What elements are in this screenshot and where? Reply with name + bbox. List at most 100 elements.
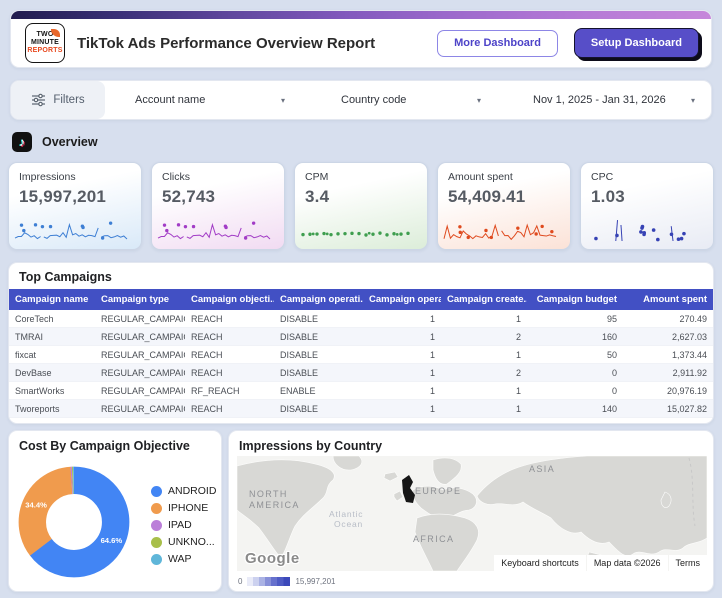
world-map: NORTH AMERICA Atlantic Ocean EUROPE ASIA…: [237, 456, 707, 571]
map-canvas[interactable]: NORTH AMERICA Atlantic Ocean EUROPE ASIA…: [237, 456, 707, 571]
table-cell: REACH: [185, 363, 274, 382]
svg-text:64.6%: 64.6%: [101, 536, 123, 545]
legend-label: IPHONE: [168, 502, 209, 514]
kpi-value: 3.4: [305, 187, 330, 206]
table-cell: DISABLE: [274, 399, 363, 418]
map-label-america: AMERICA: [249, 500, 300, 510]
map-label-africa: AFRICA: [413, 534, 454, 544]
table-cell: 270.49: [623, 310, 713, 328]
table-cell: 8,945.94: [623, 417, 713, 423]
kpi-value: 54,409.41: [448, 187, 526, 206]
table-cell: 1: [363, 310, 441, 328]
table-cell: 0: [527, 363, 623, 382]
table-cell: 95: [527, 310, 623, 328]
legend-dot: [151, 485, 162, 497]
page-title: TikTok Ads Performance Overview Report: [77, 34, 376, 52]
keyboard-shortcuts-button[interactable]: Keyboard shortcuts: [494, 555, 586, 571]
logo-line-2: MINUTE: [30, 39, 60, 46]
kpi-value: 15,997,201: [19, 187, 107, 206]
logo-line-3: REPORTS: [27, 47, 63, 54]
kpi-value: 52,743: [162, 187, 216, 206]
legend-dot: [151, 553, 162, 565]
table-cell: 160: [527, 327, 623, 346]
legend-dot: [151, 536, 162, 548]
tiktok-icon: ♪: [12, 132, 32, 152]
table-row: DevBaseREGULAR_CAMPAIGNREACHDISABLE1202,…: [9, 363, 713, 382]
legend-item-wap: WAP: [151, 553, 216, 565]
google-logo[interactable]: Google: [245, 550, 300, 567]
table-cell: 50: [527, 345, 623, 364]
scale-min-label: 0: [238, 577, 243, 586]
sliders-icon: [32, 93, 46, 107]
column-header: Campaign operati...: [363, 289, 441, 310]
table-row: TMRAIREGULAR_CAMPAIGNREACHDISABLE121602,…: [9, 327, 713, 346]
table-cell: SmartWorks: [9, 381, 95, 400]
date-range-dropdown[interactable]: Nov 1, 2025 - Jan 31, 2026 ▾: [533, 81, 695, 119]
scale-max-label: 15,997,201: [295, 577, 336, 586]
column-header: Amount spent: [623, 289, 713, 310]
table-cell: 2: [441, 327, 527, 346]
map-label-north: NORTH: [249, 489, 288, 499]
table-cell: 1: [441, 381, 527, 400]
table-cell: 3: [441, 417, 527, 423]
cost-by-objective-panel: Cost By Campaign Objective 64.6% 34.4% AN…: [8, 430, 222, 592]
legend-label: WAP: [168, 553, 192, 565]
table-cell: DevBase: [9, 363, 95, 382]
kpi-label: Clicks: [162, 171, 190, 183]
legend-item-android: ANDROID: [151, 485, 216, 497]
table-cell: 0: [527, 381, 623, 400]
table-cell: RF_REACH: [185, 381, 274, 400]
more-dashboard-button[interactable]: More Dashboard: [437, 29, 558, 57]
chevron-down-icon: ▾: [476, 95, 481, 105]
sparkline-chart: [157, 221, 271, 240]
column-header: Campaign name: [9, 289, 95, 310]
table-cell: 1: [441, 399, 527, 418]
table-cell: DISABLE: [274, 417, 363, 423]
table-cell: 1: [363, 381, 441, 400]
table-cell: 2,911.92: [623, 363, 713, 382]
table-cell: REACH: [185, 310, 274, 328]
impressions-by-country-title: Impressions by Country: [239, 439, 383, 453]
legend-item-unknown: UNKNO...: [151, 536, 216, 548]
table-cell: 1,373.44: [623, 345, 713, 364]
filters-button[interactable]: Filters: [11, 81, 105, 119]
table-cell: DISABLE: [274, 327, 363, 346]
map-label-atlantic: Atlantic: [329, 509, 363, 519]
table-cell: REGULAR_CAMPAIGN: [95, 399, 185, 418]
kpi-card-cpc: CPC 1.03: [580, 162, 714, 250]
setup-dashboard-button[interactable]: Setup Dashboard: [573, 28, 699, 58]
map-data-attribution: Map data ©2026: [586, 555, 668, 571]
header-bar: TWO MINUTE REPORTS TikTok Ads Performanc…: [10, 10, 712, 68]
overview-section-header: ♪ Overview: [12, 132, 98, 152]
chevron-down-icon: ▾: [280, 95, 285, 105]
account-name-dropdown[interactable]: Account name ▾: [135, 81, 285, 119]
column-header: Campaign operati...: [274, 289, 363, 310]
table-cell: REACH: [185, 417, 274, 423]
table-cell: DISABLE: [274, 345, 363, 364]
table-cell: 1: [363, 363, 441, 382]
table-header-row: Campaign name Campaign type Campaign objec…: [9, 289, 713, 310]
terms-link[interactable]: Terms: [668, 555, 707, 571]
kpi-card-cpm: CPM 3.4: [294, 162, 428, 250]
country-code-dropdown[interactable]: Country code ▾: [341, 81, 481, 119]
table-cell: ENABLE: [274, 381, 363, 400]
kpi-card-amount-spent: Amount spent 54,409.41: [437, 162, 571, 250]
column-header: Campaign type: [95, 289, 185, 310]
table-cell: 140: [527, 399, 623, 418]
map-label-ocean: Ocean: [334, 519, 363, 529]
impressions-by-country-panel: Impressions by Country NORTH AMERICA Atl…: [228, 430, 714, 592]
table-cell: 118: [527, 417, 623, 423]
table-cell: Tworeports: [9, 399, 95, 418]
kpi-label: Impressions: [19, 171, 76, 183]
donut-chart: 64.6% 34.4%: [18, 466, 130, 578]
table-cell: 20,976.19: [623, 381, 713, 400]
table-cell: REGULAR_CAMPAIGN: [95, 417, 185, 423]
two-minute-reports-logo: TWO MINUTE REPORTS: [25, 23, 65, 63]
table-cell: 1: [363, 399, 441, 418]
sparkline-chart: [14, 221, 128, 240]
kpi-label: Amount spent: [448, 171, 513, 183]
legend-dot: [151, 519, 162, 531]
table-row: CoreTechREGULAR_CAMPAIGNREACHDISABLE1195…: [9, 310, 713, 328]
table-cell: REACH: [185, 399, 274, 418]
table-cell: 1: [363, 327, 441, 346]
